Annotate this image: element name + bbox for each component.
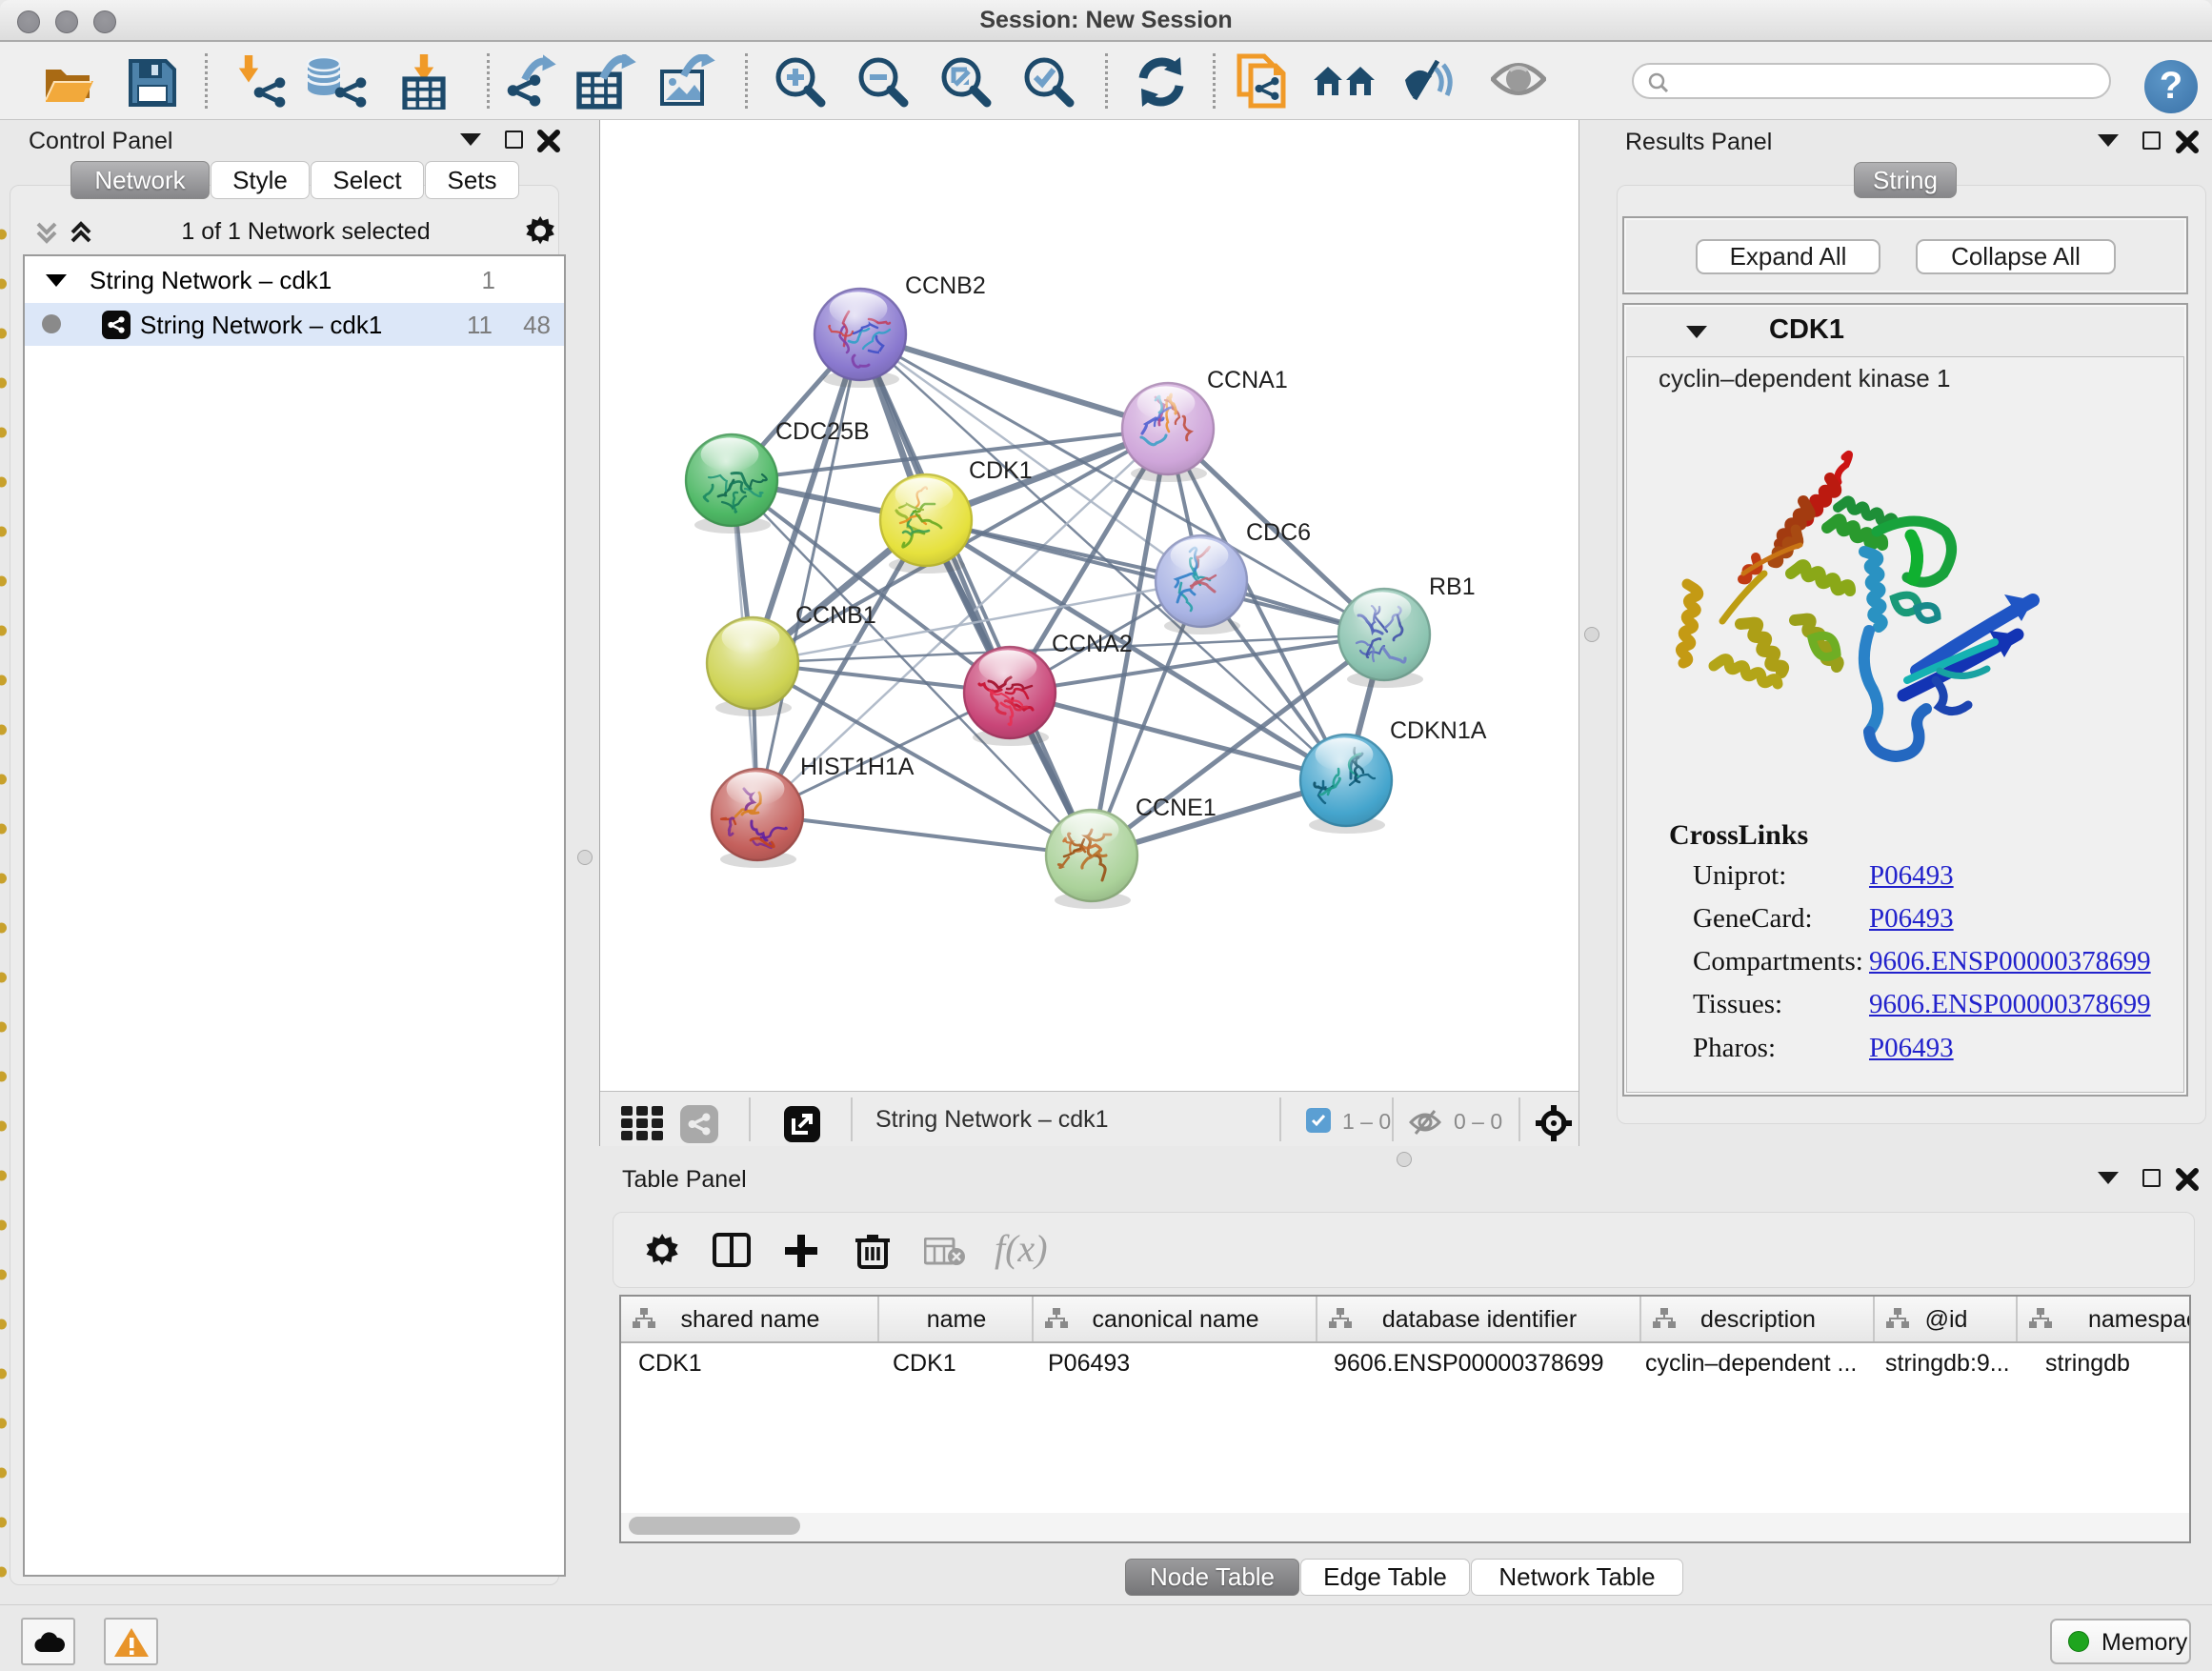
- svg-text:CCNE1: CCNE1: [1136, 795, 1217, 821]
- svg-text:CCNA2: CCNA2: [1052, 631, 1133, 657]
- svg-text:HIST1H1A: HIST1H1A: [800, 754, 915, 780]
- svg-text:CCNB2: CCNB2: [905, 272, 986, 299]
- svg-text:RB1: RB1: [1429, 574, 1476, 600]
- svg-text:CDK1: CDK1: [969, 457, 1033, 484]
- svg-text:CCNA1: CCNA1: [1207, 367, 1288, 393]
- svg-text:CDC25B: CDC25B: [775, 418, 870, 445]
- svg-text:CDKN1A: CDKN1A: [1390, 717, 1487, 744]
- svg-text:CDC6: CDC6: [1246, 519, 1311, 546]
- svg-text:CCNB1: CCNB1: [795, 602, 876, 629]
